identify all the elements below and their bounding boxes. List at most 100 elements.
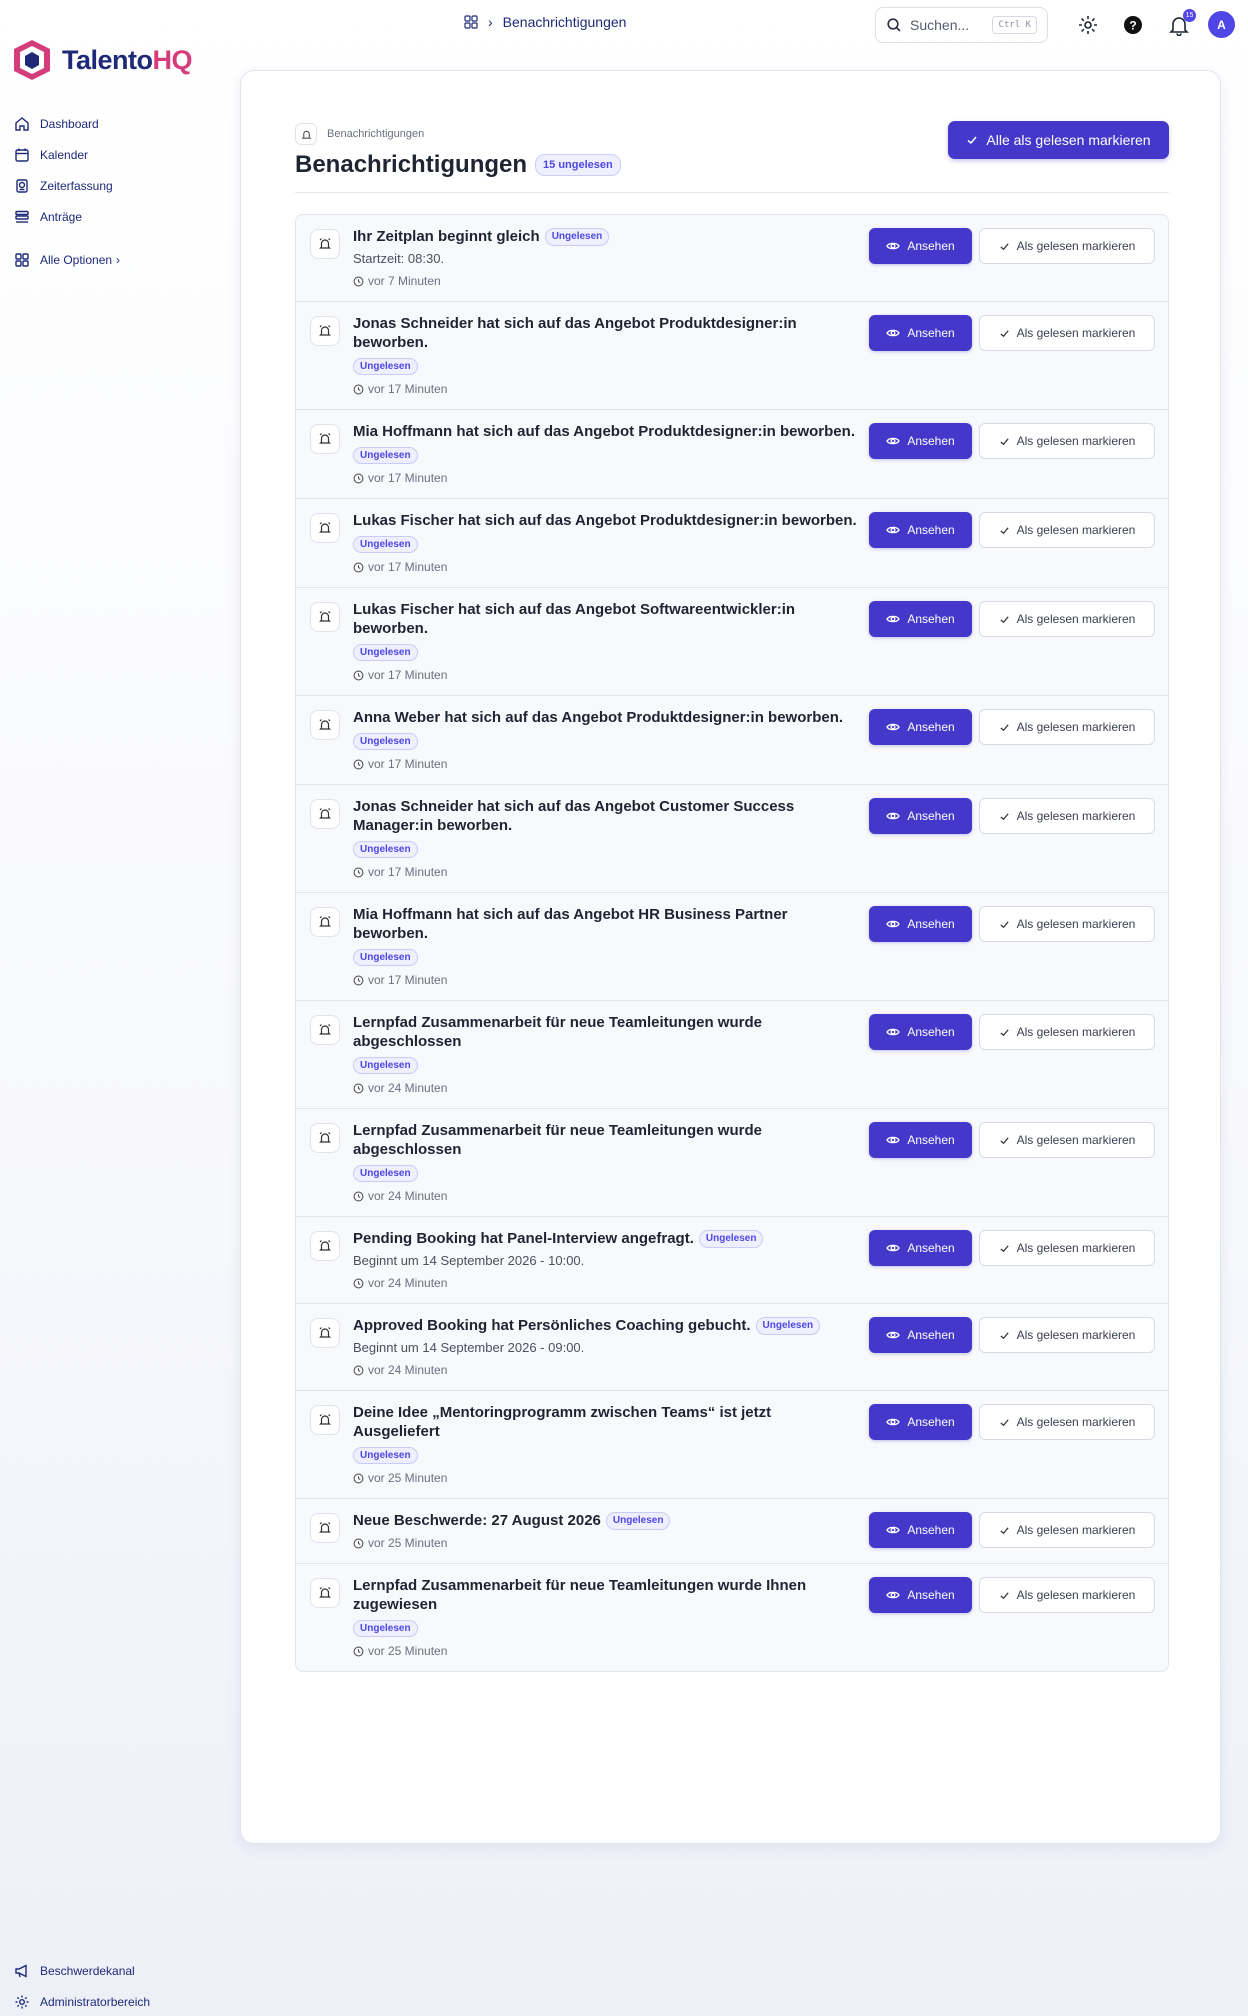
notification-list: Ihr Zeitplan beginnt gleich Ungelesen Sta… (295, 214, 1169, 1673)
notification-time-text: vor 17 Minuten (368, 668, 448, 683)
mark-read-button[interactable]: Als gelesen markieren (979, 1014, 1155, 1051)
view-button[interactable]: Ansehen (869, 798, 972, 835)
help-icon[interactable]: ? (1122, 14, 1144, 36)
notification-row[interactable]: Lukas Fischer hat sich auf das Angebot P… (296, 499, 1168, 589)
notification-time-text: vor 25 Minuten (368, 1644, 448, 1659)
view-button[interactable]: Ansehen (869, 423, 972, 460)
clock-icon (353, 867, 364, 877)
unread-badge-line: Ungelesen (353, 947, 1154, 967)
mark-read-button[interactable]: Als gelesen markieren (979, 1512, 1155, 1549)
check-icon (1000, 812, 1009, 820)
settings-gear-icon[interactable] (1077, 14, 1099, 36)
mark-read-button[interactable]: Als gelesen markieren (979, 1317, 1155, 1354)
bell-icon (319, 1522, 331, 1533)
view-button[interactable]: Ansehen (869, 315, 972, 352)
notification-time: vor 24 Minuten (353, 1188, 1154, 1204)
unread-badge: Ungelesen (605, 1512, 671, 1531)
sidebar-item-administratorbereich[interactable]: Administratorbereich (14, 1986, 214, 2016)
mark-read-button[interactable]: Als gelesen markieren (979, 601, 1155, 638)
view-button[interactable]: Ansehen (869, 1577, 972, 1614)
notification-title: Pending Booking hat Panel-Interview ange… (353, 1229, 861, 1249)
notification-title: Mia Hoffmann hat sich auf das Angebot Pr… (353, 422, 861, 441)
check-icon (967, 136, 977, 145)
notification-row[interactable]: Mia Hoffmann hat sich auf das Angebot Pr… (296, 410, 1168, 500)
notification-row[interactable]: Approved Booking hat Persönliches Coachi… (296, 1304, 1168, 1392)
mark-read-button[interactable]: Als gelesen markieren (979, 1230, 1155, 1267)
mark-read-button[interactable]: Als gelesen markieren (979, 1122, 1155, 1159)
chevron-right-icon: › (116, 252, 121, 267)
bell-icon (319, 1024, 331, 1035)
view-button[interactable]: Ansehen (869, 1512, 972, 1549)
view-button[interactable]: Ansehen (869, 709, 972, 746)
sidebar-item-beschwerdekanal[interactable]: Beschwerdekanal (14, 1955, 214, 1986)
check-icon (1000, 1591, 1009, 1599)
notification-time-text: vor 17 Minuten (368, 471, 448, 486)
notification-row[interactable]: Lernpfad Zusammenarbeit für neue Teamlei… (296, 1109, 1168, 1218)
mark-read-button-label: Als gelesen markieren (1016, 612, 1136, 627)
view-button[interactable]: Ansehen (869, 1230, 972, 1267)
brand-logo[interactable]: TalentoHQ (12, 38, 192, 82)
notification-row[interactable]: Jonas Schneider hat sich auf das Angebot… (296, 302, 1168, 411)
notification-title: Anna Weber hat sich auf das Angebot Prod… (353, 708, 861, 727)
notification-icon-box (310, 1231, 340, 1262)
nav-separator (14, 232, 214, 244)
mark-read-button[interactable]: Als gelesen markieren (979, 906, 1155, 943)
grid-icon[interactable] (464, 15, 478, 29)
eye-icon (886, 920, 901, 928)
unread-badge-line: Ungelesen (353, 356, 1154, 376)
view-button[interactable]: Ansehen (869, 1122, 972, 1159)
sidebar-item-antraege[interactable]: Anträge (14, 201, 214, 232)
top-breadcrumb: › Benachrichtigungen (464, 14, 626, 30)
view-button-label: Ansehen (907, 1328, 955, 1343)
notification-title-text: Neue Beschwerde: 27 August 2026 (353, 1512, 601, 1530)
view-button[interactable]: Ansehen (869, 228, 972, 264)
clock-icon (353, 1646, 364, 1657)
search-input[interactable]: Suchen... Ctrl K (875, 7, 1048, 43)
mark-all-read-label: Alle als gelesen markieren (986, 132, 1151, 148)
notification-row[interactable]: Neue Beschwerde: 27 August 2026 Ungelesen… (296, 1499, 1168, 1565)
mark-read-button[interactable]: Als gelesen markieren (979, 1577, 1155, 1614)
view-button[interactable]: Ansehen (869, 512, 972, 549)
mark-read-button[interactable]: Als gelesen markieren (979, 512, 1155, 549)
sidebar-item-kalender[interactable]: Kalender (14, 139, 214, 170)
view-button-label: Ansehen (907, 1133, 955, 1148)
mark-all-read-button[interactable]: Alle als gelesen markieren (948, 121, 1169, 159)
mark-read-button[interactable]: Als gelesen markieren (979, 228, 1155, 264)
notification-row[interactable]: Jonas Schneider hat sich auf das Angebot… (296, 785, 1168, 894)
mark-read-button[interactable]: Als gelesen markieren (979, 709, 1155, 746)
view-button[interactable]: Ansehen (869, 1014, 972, 1051)
view-button[interactable]: Ansehen (869, 1404, 972, 1441)
notification-actions: Ansehen Als gelesen markieren (869, 1512, 1155, 1549)
list-icon (15, 210, 29, 223)
notification-title-text: Lernpfad Zusammenarbeit für neue Teamlei… (353, 1014, 762, 1051)
notification-row[interactable]: Ihr Zeitplan beginnt gleich Ungelesen Sta… (296, 215, 1168, 303)
mark-read-button[interactable]: Als gelesen markieren (979, 1404, 1155, 1441)
mark-read-button[interactable]: Als gelesen markieren (979, 423, 1155, 460)
notification-row[interactable]: Pending Booking hat Panel-Interview ange… (296, 1217, 1168, 1305)
notification-row[interactable]: Deine Idee „Mentoringprogramm zwischen T… (296, 1391, 1168, 1500)
view-button-label: Ansehen (907, 1588, 955, 1603)
notification-title-text: Ihr Zeitplan beginnt gleich (353, 228, 540, 245)
notification-icon-box (310, 1513, 340, 1544)
clock-icon (353, 1538, 364, 1549)
notification-icon-box (310, 1015, 340, 1046)
notification-actions: Ansehen Als gelesen markieren (869, 906, 1155, 943)
notification-row[interactable]: Lernpfad Zusammenarbeit für neue Teamlei… (296, 1001, 1168, 1110)
notification-row[interactable]: Mia Hoffmann hat sich auf das Angebot HR… (296, 893, 1168, 1002)
notification-row[interactable]: Lukas Fischer hat sich auf das Angebot S… (296, 588, 1168, 697)
sidebar-item-alle-optionen[interactable]: Alle Optionen › (14, 244, 214, 275)
mark-read-button[interactable]: Als gelesen markieren (979, 798, 1155, 835)
breadcrumb-current[interactable]: Benachrichtigungen (503, 14, 627, 30)
notification-row[interactable]: Lernpfad Zusammenarbeit für neue Teamlei… (296, 1564, 1168, 1671)
notification-icon-box (310, 907, 340, 938)
notification-title: Jonas Schneider hat sich auf das Angebot… (353, 314, 861, 352)
sidebar-item-dashboard[interactable]: Dashboard (14, 108, 214, 139)
mark-read-button[interactable]: Als gelesen markieren (979, 315, 1155, 352)
sidebar-item-zeiterfassung[interactable]: Zeiterfassung (14, 170, 214, 201)
view-button[interactable]: Ansehen (869, 1317, 972, 1354)
view-button[interactable]: Ansehen (869, 601, 972, 638)
notification-row[interactable]: Anna Weber hat sich auf das Angebot Prod… (296, 696, 1168, 786)
view-button[interactable]: Ansehen (869, 906, 972, 943)
avatar[interactable]: A (1208, 11, 1235, 38)
notification-title-text: Anna Weber hat sich auf das Angebot Prod… (353, 709, 844, 727)
